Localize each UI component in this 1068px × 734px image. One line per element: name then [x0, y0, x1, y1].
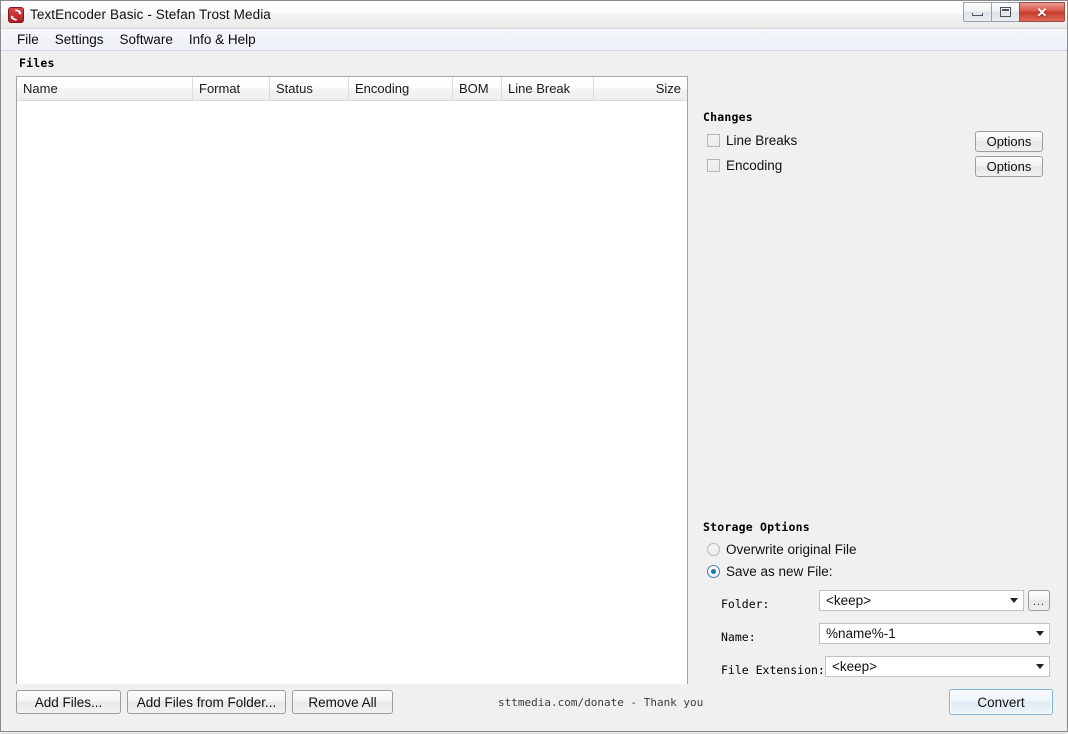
radio-overwrite-original[interactable]: Overwrite original File — [707, 542, 857, 557]
donate-text: sttmedia.com/donate - Thank you — [498, 696, 703, 709]
file-extension-field-label: File Extension: — [721, 663, 825, 677]
menu-item-file[interactable]: File — [9, 30, 47, 50]
title-bar: TextEncoder Basic - Stefan Trost Media ✕ — [1, 1, 1067, 29]
checkbox-line-breaks[interactable]: Line Breaks — [707, 133, 797, 148]
column-header-line-break[interactable]: Line Break — [502, 77, 594, 100]
chevron-down-icon[interactable] — [1005, 598, 1023, 603]
checkbox-encoding-box[interactable] — [707, 159, 720, 172]
changes-panel-label: Changes — [703, 110, 753, 124]
checkbox-encoding-label: Encoding — [726, 158, 782, 173]
menu-item-info-help[interactable]: Info & Help — [181, 30, 264, 50]
application-window: TextEncoder Basic - Stefan Trost Media ✕… — [0, 0, 1068, 732]
column-header-format[interactable]: Format — [193, 77, 270, 100]
window-controls: ✕ — [964, 2, 1065, 22]
encoding-options-button[interactable]: Options — [975, 156, 1043, 177]
window-title: TextEncoder Basic - Stefan Trost Media — [30, 7, 271, 22]
name-combobox-value: %name%-1 — [820, 626, 1031, 641]
close-button[interactable]: ✕ — [1019, 2, 1065, 22]
files-list-header: Name Format Status Encoding BOM Line Bre… — [17, 77, 687, 101]
checkbox-line-breaks-label: Line Breaks — [726, 133, 797, 148]
name-combobox[interactable]: %name%-1 — [819, 623, 1050, 644]
line-breaks-options-button[interactable]: Options — [975, 131, 1043, 152]
files-panel-label: Files — [19, 56, 55, 70]
radio-overwrite-original-button[interactable] — [707, 543, 720, 556]
convert-button[interactable]: Convert — [949, 689, 1053, 715]
menu-bar: File Settings Software Info & Help — [1, 29, 1067, 51]
column-header-name[interactable]: Name — [17, 77, 193, 100]
close-icon: ✕ — [1037, 6, 1048, 19]
maximize-icon — [1000, 7, 1011, 17]
folder-combobox-value: <keep> — [820, 593, 1005, 608]
maximize-button[interactable] — [991, 2, 1020, 22]
minimize-icon — [972, 13, 983, 16]
checkbox-encoding[interactable]: Encoding — [707, 158, 782, 173]
storage-panel-label: Storage Options — [703, 520, 810, 534]
remove-all-button[interactable]: Remove All — [292, 690, 393, 714]
add-files-button[interactable]: Add Files... — [16, 690, 121, 714]
folder-field-label: Folder: — [721, 597, 769, 611]
radio-save-as-new-button[interactable] — [707, 565, 720, 578]
radio-save-as-new[interactable]: Save as new File: — [707, 564, 833, 579]
files-list[interactable]: Name Format Status Encoding BOM Line Bre… — [16, 76, 688, 724]
folder-browse-button[interactable]: ... — [1028, 590, 1050, 611]
column-header-bom[interactable]: BOM — [453, 77, 502, 100]
main-content: Files Name Format Status Encoding BOM Li… — [1, 51, 1067, 733]
minimize-button[interactable] — [963, 2, 992, 22]
folder-combobox[interactable]: <keep> — [819, 590, 1024, 611]
menu-item-software[interactable]: Software — [112, 30, 181, 50]
name-field-label: Name: — [721, 630, 756, 644]
convert-arrows-icon — [8, 7, 24, 23]
column-header-status[interactable]: Status — [270, 77, 349, 100]
file-extension-combobox[interactable]: <keep> — [825, 656, 1050, 677]
chevron-down-icon[interactable] — [1031, 664, 1049, 669]
bottom-bar: Add Files... Add Files from Folder... Re… — [1, 684, 1067, 731]
add-files-from-folder-button[interactable]: Add Files from Folder... — [127, 690, 286, 714]
checkbox-line-breaks-box[interactable] — [707, 134, 720, 147]
chevron-down-icon[interactable] — [1031, 631, 1049, 636]
file-extension-combobox-value: <keep> — [826, 659, 1031, 674]
files-list-body[interactable] — [17, 101, 687, 701]
radio-save-as-new-label: Save as new File: — [726, 564, 833, 579]
menu-item-settings[interactable]: Settings — [47, 30, 112, 50]
column-header-size[interactable]: Size — [594, 77, 687, 100]
column-header-encoding[interactable]: Encoding — [349, 77, 453, 100]
radio-overwrite-original-label: Overwrite original File — [726, 542, 857, 557]
